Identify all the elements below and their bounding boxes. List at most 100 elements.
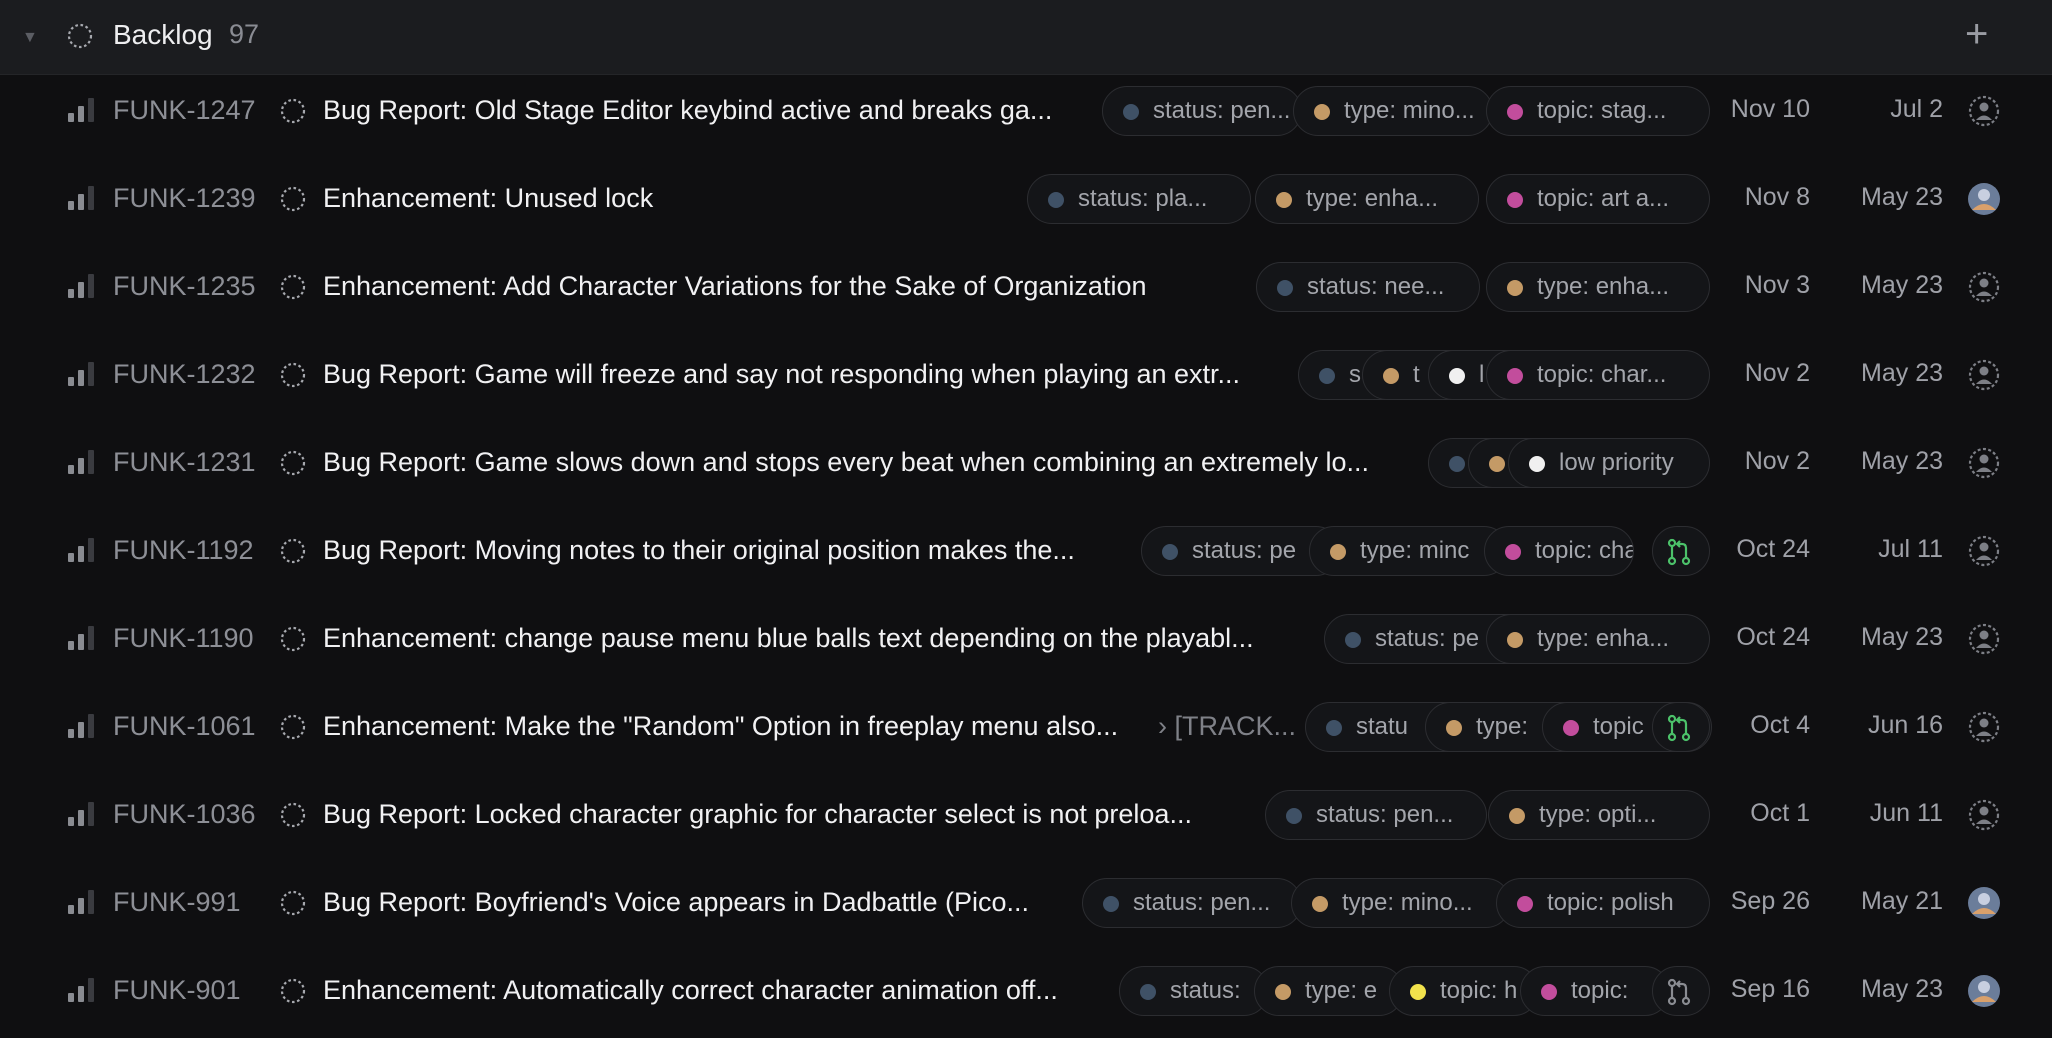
label-chip[interactable]: status: pen...	[1265, 790, 1487, 840]
priority-icon[interactable]	[68, 978, 94, 1002]
issue-id: FUNK-991	[113, 887, 241, 917]
issue-status-icon[interactable]	[280, 538, 306, 564]
group-header-backlog[interactable]: ▼ Backlog 97 +	[0, 0, 2052, 75]
issue-row[interactable]: FUNK-1232 Bug Report: Game will freeze an…	[0, 331, 2052, 419]
issue-row[interactable]: FUNK-1247 Bug Report: Old Stage Editor ke…	[0, 67, 2052, 155]
issue-title[interactable]: Enhancement: Unused lock	[323, 183, 653, 214]
unassigned-icon[interactable]	[1967, 270, 2001, 304]
issue-id: FUNK-901	[113, 975, 241, 1005]
issue-row[interactable]: FUNK-1235 Enhancement: Add Character Vari…	[0, 243, 2052, 331]
unassigned-icon[interactable]	[1967, 798, 2001, 832]
issue-row[interactable]: FUNK-991 Bug Report: Boyfriend's Voice ap…	[0, 859, 2052, 947]
issue-row[interactable]: FUNK-1239 Enhancement: Unused lock status:…	[0, 155, 2052, 243]
label-chip[interactable]: topic:	[1520, 966, 1670, 1016]
label-text: status: pe	[1192, 537, 1297, 564]
label-chip[interactable]: topic: polish	[1496, 878, 1710, 928]
unassigned-icon[interactable]	[1967, 710, 2001, 744]
label-chip[interactable]: status: pen...	[1102, 86, 1302, 136]
issue-status-icon[interactable]	[280, 186, 306, 212]
priority-icon[interactable]	[68, 802, 94, 826]
issue-id: FUNK-1061	[113, 711, 256, 741]
label-text: topic: art a...	[1537, 185, 1670, 212]
unassigned-icon[interactable]	[1967, 534, 2001, 568]
issue-title[interactable]: Enhancement: change pause menu blue ball…	[323, 623, 1254, 654]
issue-row[interactable]: FUNK-1190 Enhancement: change pause menu …	[0, 595, 2052, 683]
issue-title[interactable]: Enhancement: Make the "Random" Option in…	[323, 711, 1118, 742]
label-color-dot	[1507, 192, 1523, 208]
label-chip[interactable]: type: enha...	[1486, 614, 1710, 664]
user-avatar-icon[interactable]	[1967, 182, 2001, 216]
priority-icon[interactable]	[68, 362, 94, 386]
unassigned-icon[interactable]	[1967, 358, 2001, 392]
label-text: type: enha...	[1306, 185, 1439, 212]
issue-status-icon[interactable]	[280, 626, 306, 652]
label-chip[interactable]: type: opti...	[1488, 790, 1710, 840]
issue-row[interactable]: FUNK-1036 Bug Report: Locked character gr…	[0, 771, 2052, 859]
issue-status-icon[interactable]	[280, 274, 306, 300]
issue-row[interactable]: FUNK-1231 Bug Report: Game slows down and…	[0, 419, 2052, 507]
label-chip[interactable]: status: pen...	[1082, 878, 1302, 928]
issue-title[interactable]: Enhancement: Add Character Variations fo…	[323, 271, 1146, 302]
label-text: status: pla...	[1078, 185, 1208, 212]
user-avatar-icon[interactable]	[1967, 974, 2001, 1008]
label-chip[interactable]: topic: stag...	[1486, 86, 1710, 136]
issue-status-icon[interactable]	[280, 450, 306, 476]
priority-icon[interactable]	[68, 714, 94, 738]
label-chip[interactable]: topic: h	[1389, 966, 1539, 1016]
issue-row[interactable]: FUNK-1061 Enhancement: Make the "Random" …	[0, 683, 2052, 771]
label-chip[interactable]: type: enha...	[1486, 262, 1710, 312]
user-avatar-icon[interactable]	[1967, 886, 2001, 920]
issue-status-icon[interactable]	[280, 890, 306, 916]
issue-status-icon[interactable]	[280, 978, 306, 1004]
issue-row[interactable]: FUNK-901 Enhancement: Automatically corre…	[0, 947, 2052, 1035]
issue-id: FUNK-1239	[113, 183, 256, 213]
updated-date: Jul 11	[1878, 535, 1943, 563]
priority-icon[interactable]	[68, 98, 94, 122]
label-chip[interactable]: status:	[1119, 966, 1269, 1016]
label-color-dot	[1507, 632, 1523, 648]
priority-icon[interactable]	[68, 274, 94, 298]
issue-id: FUNK-1232	[113, 359, 256, 389]
priority-icon[interactable]	[68, 450, 94, 474]
priority-icon[interactable]	[68, 186, 94, 210]
label-chip[interactable]: type: mino...	[1293, 86, 1493, 136]
label-text: type: opti...	[1539, 801, 1657, 828]
label-chip[interactable]: topic: cha	[1484, 526, 1634, 576]
issue-id: FUNK-1231	[113, 447, 256, 477]
label-color-dot	[1314, 104, 1330, 120]
label-chip[interactable]: type: enha...	[1255, 174, 1479, 224]
priority-icon[interactable]	[68, 538, 94, 562]
issue-status-icon[interactable]	[280, 98, 306, 124]
add-issue-button[interactable]: +	[1965, 14, 1988, 54]
label-chip[interactable]: type: minc	[1309, 526, 1509, 576]
label-chip[interactable]: topic: char...	[1486, 350, 1710, 400]
issue-title[interactable]: Bug Report: Moving notes to their origin…	[323, 535, 1075, 566]
collapse-caret-icon[interactable]: ▼	[22, 29, 38, 47]
label-text: type: mino...	[1344, 97, 1475, 124]
unassigned-icon[interactable]	[1967, 622, 2001, 656]
issue-title[interactable]: Bug Report: Game slows down and stops ev…	[323, 447, 1369, 478]
label-color-dot	[1277, 280, 1293, 296]
label-chip[interactable]: status: pla...	[1027, 174, 1251, 224]
label-chip[interactable]: type: e	[1254, 966, 1404, 1016]
priority-icon[interactable]	[68, 626, 94, 650]
issue-status-icon[interactable]	[280, 802, 306, 828]
unassigned-icon[interactable]	[1967, 94, 2001, 128]
issue-title[interactable]: Bug Report: Game will freeze and say not…	[323, 359, 1240, 390]
parent-issue-link[interactable]: › [TRACK...	[1158, 711, 1296, 742]
label-chip[interactable]: status: nee...	[1256, 262, 1480, 312]
issue-status-icon[interactable]	[280, 362, 306, 388]
label-text: low priority	[1559, 449, 1674, 476]
label-chip[interactable]: topic: art a...	[1486, 174, 1710, 224]
issue-title[interactable]: Bug Report: Old Stage Editor keybind act…	[323, 95, 1052, 126]
issue-row[interactable]: FUNK-1192 Bug Report: Moving notes to the…	[0, 507, 2052, 595]
priority-icon[interactable]	[68, 890, 94, 914]
issue-status-icon[interactable]	[280, 714, 306, 740]
issue-title[interactable]: Bug Report: Locked character graphic for…	[323, 799, 1192, 830]
label-chip[interactable]: type: mino...	[1291, 878, 1511, 928]
issue-title[interactable]: Enhancement: Automatically correct chara…	[323, 975, 1058, 1006]
label-chip[interactable]: low priority	[1508, 438, 1710, 488]
issue-title[interactable]: Bug Report: Boyfriend's Voice appears in…	[323, 887, 1029, 918]
label-text: topic: stag...	[1537, 97, 1667, 124]
unassigned-icon[interactable]	[1967, 446, 2001, 480]
